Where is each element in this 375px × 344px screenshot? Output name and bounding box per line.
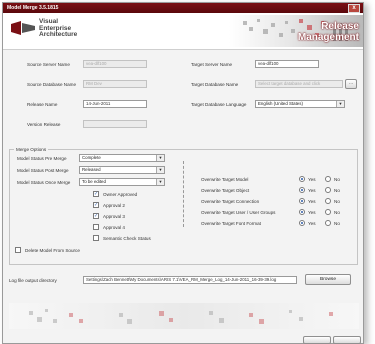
release-management-banner: Release Management (229, 15, 363, 47)
chevron-down-icon: ▼ (156, 179, 164, 185)
overwrite-object-label: Overwrite Target Object (201, 188, 250, 193)
once-merge-value: To be edited (82, 179, 106, 184)
log-dir-input[interactable]: Settings\Zach Bennett\My Documents\ARIS … (83, 276, 297, 284)
once-merge-label: Model Status Once Merge (17, 180, 71, 185)
version-release-label: Version Release (27, 122, 61, 127)
chevron-down-icon: ▼ (336, 101, 344, 107)
yes-label: Yes (308, 177, 316, 182)
logo-text: Visual Enterprise Architecture (39, 18, 78, 39)
delete-model-label: Delete Model From Source (25, 248, 80, 253)
approval-3-checkbox[interactable]: ✓ (93, 213, 99, 219)
semantic-check-checkbox[interactable] (93, 235, 99, 241)
owner-approved-checkbox[interactable]: ✓ (93, 191, 99, 197)
banner-line: Management (297, 32, 359, 43)
target-db-browse-button[interactable]: ... (345, 79, 357, 89)
footer-button-1[interactable] (303, 336, 331, 344)
chevron-down-icon: ▼ (156, 167, 164, 173)
vea-logo-icon (11, 21, 35, 35)
target-lang-label: Target Database Language (191, 102, 247, 107)
version-release-input (83, 120, 147, 128)
post-merge-select[interactable]: Released ▼ (79, 166, 165, 174)
source-db-label: Source Database Name (27, 82, 77, 87)
target-db-label: Target Database Name (191, 82, 239, 87)
close-button[interactable]: x (348, 4, 360, 13)
overwrite-object-no-radio[interactable] (325, 187, 331, 193)
target-server-label: Target Server Name (191, 62, 233, 67)
merge-options-title: Merge Options (14, 147, 49, 152)
approval-3-label: Approval 3 (103, 214, 125, 219)
approval-4-checkbox[interactable] (93, 224, 99, 230)
overwrite-font-no-radio[interactable] (325, 220, 331, 226)
release-name-input[interactable]: 14-Jun-2011 (83, 100, 147, 108)
source-server-input: vea-dlf100 (83, 60, 147, 68)
overwrite-object-yes-radio[interactable] (299, 187, 305, 193)
yes-label: Yes (308, 210, 316, 215)
approval-4-label: Approval 4 (103, 225, 125, 230)
target-server-input[interactable]: vea-dlf100 (255, 60, 319, 68)
overwrite-users-no-radio[interactable] (325, 209, 331, 215)
overwrite-connection-label: Overwrite Target Connection (201, 199, 260, 204)
overwrite-font-label: Overwrite Target Font Format (201, 221, 261, 226)
overwrite-font-yes-radio[interactable] (299, 220, 305, 226)
yes-label: Yes (308, 221, 316, 226)
delete-model-checkbox[interactable] (15, 247, 21, 253)
semantic-check-label: Semantic Check Status (103, 236, 151, 241)
no-label: No (334, 188, 340, 193)
browse-button[interactable]: Browse (305, 274, 351, 285)
chevron-down-icon: ▼ (156, 155, 164, 161)
source-db-input: RM Dev (83, 80, 147, 88)
overwrite-model-no-radio[interactable] (325, 176, 331, 182)
yes-label: Yes (308, 188, 316, 193)
owner-approved-label: Owner Approved (103, 192, 138, 197)
yes-label: Yes (308, 199, 316, 204)
no-label: No (334, 177, 340, 182)
approval-2-checkbox[interactable]: ✓ (93, 202, 99, 208)
release-name-label: Release Name (27, 102, 58, 107)
no-label: No (334, 199, 340, 204)
post-merge-label: Model Status Post Merge (17, 168, 69, 173)
pre-merge-label: Model Status Pre Merge (17, 156, 67, 161)
window-title: Model Merge 3.5.1815 (7, 5, 59, 11)
source-server-label: Source Server Name (27, 62, 70, 67)
model-merge-window: Model Merge 3.5.1815 x Visual Enterprise… (2, 2, 364, 344)
once-merge-select[interactable]: To be edited ▼ (79, 178, 165, 186)
banner-line: Release (321, 21, 359, 32)
target-lang-value: English (United States) (258, 101, 303, 106)
overwrite-model-yes-radio[interactable] (299, 176, 305, 182)
post-merge-value: Released (82, 167, 101, 172)
no-label: No (334, 221, 340, 226)
pre-merge-value: Complete (82, 155, 101, 160)
group-divider (183, 161, 184, 227)
log-dir-label: Log file output directory (9, 278, 57, 283)
header: Visual Enterprise Architecture Release M… (3, 13, 363, 50)
footer-decoration-icon (9, 303, 359, 329)
target-db-input: Select target database and click (255, 80, 343, 88)
overwrite-connection-yes-radio[interactable] (299, 198, 305, 204)
approval-2-label: Approval 2 (103, 203, 125, 208)
footer-button-2[interactable] (333, 336, 361, 344)
overwrite-users-yes-radio[interactable] (299, 209, 305, 215)
no-label: No (334, 210, 340, 215)
target-lang-select[interactable]: English (United States) ▼ (255, 100, 345, 108)
logo-line: Architecture (39, 31, 78, 39)
overwrite-users-label: Overwrite Target User / User Groups (201, 210, 276, 215)
overwrite-connection-no-radio[interactable] (325, 198, 331, 204)
banner-text: Release Management (298, 21, 359, 43)
overwrite-model-label: Overwrite Target Model (201, 177, 249, 182)
pre-merge-select[interactable]: Complete ▼ (79, 154, 165, 162)
title-bar: Model Merge 3.5.1815 x (3, 3, 363, 13)
